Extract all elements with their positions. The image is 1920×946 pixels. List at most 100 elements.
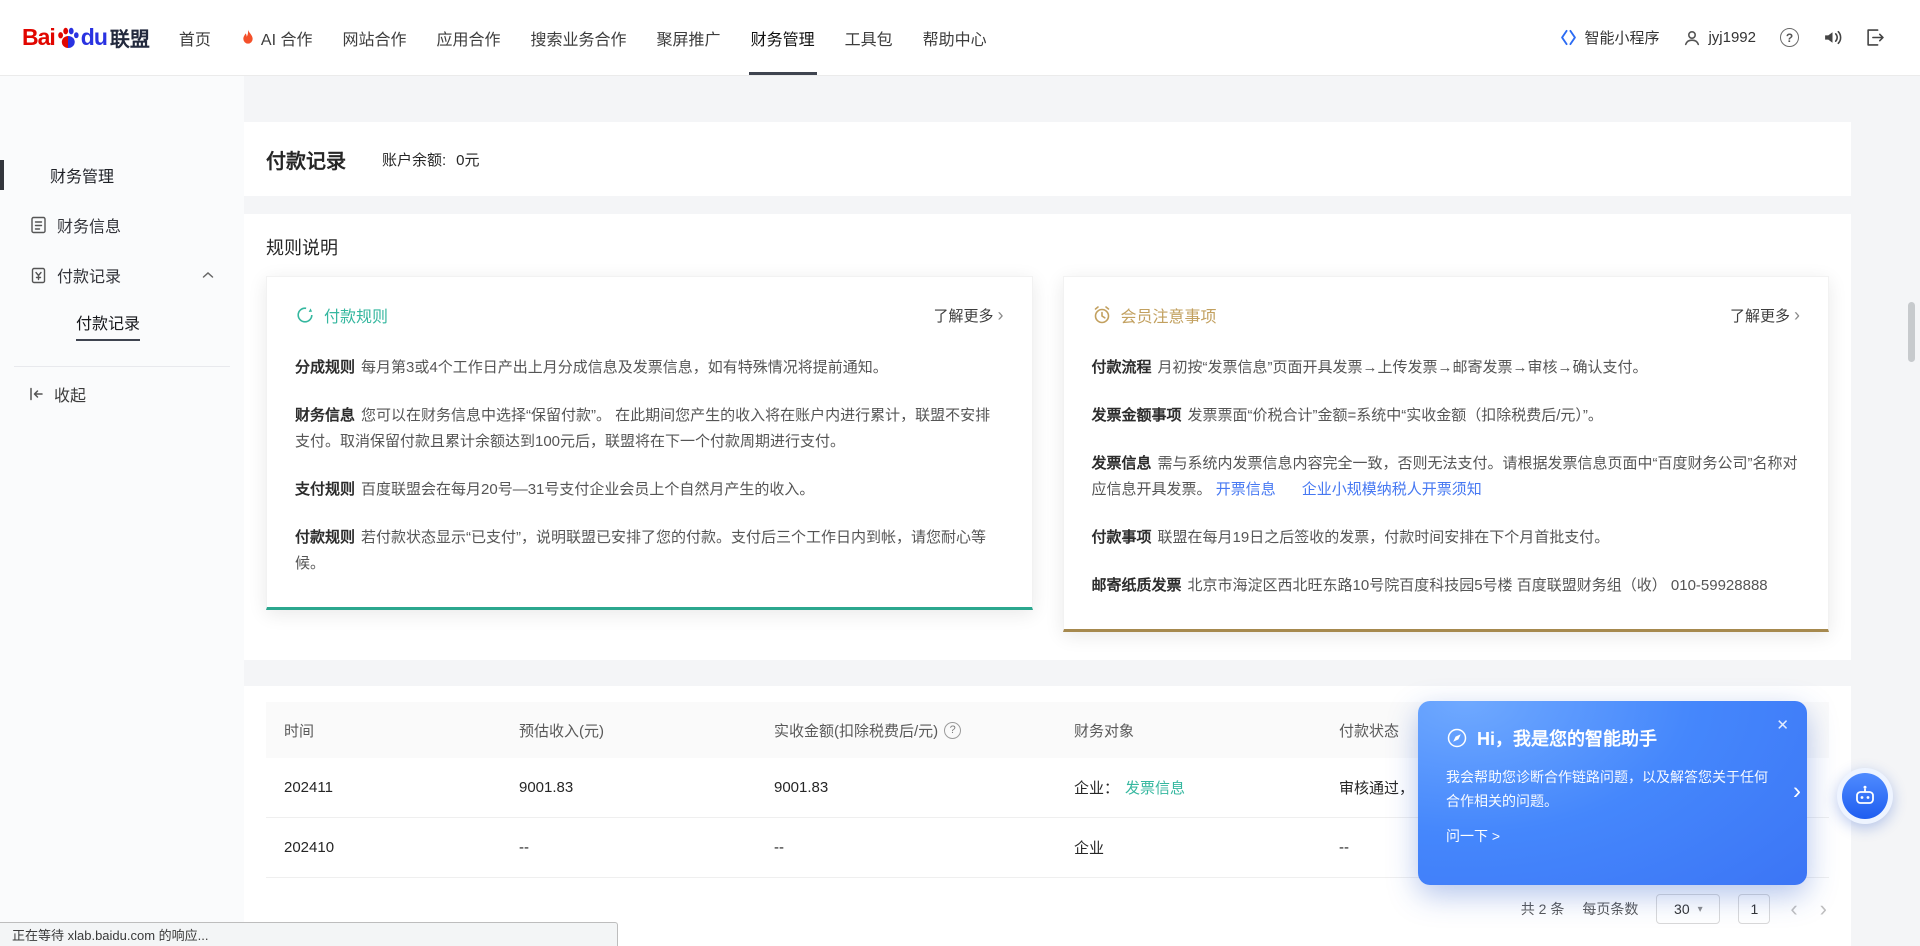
nav-item-home[interactable]: 首页	[164, 0, 226, 75]
help-glyph: ?	[1786, 31, 1793, 45]
smart-assistant-popup: Hi，我是您的智能助手 我会帮助您诊断合作链路问题，以及解答您关于任何合作相关的…	[1418, 701, 1807, 885]
nav-item-app-cooperation[interactable]: 应用合作	[422, 0, 516, 75]
ask-button[interactable]: 问一下 >	[1446, 826, 1500, 846]
member-notes-more-link[interactable]: 了解更多 ›	[1730, 305, 1800, 326]
small-taxpayer-invoice-guide-link[interactable]: 企业小规模纳税人开票须知	[1302, 481, 1482, 498]
sidebar-item-payment-records[interactable]: 付款记录	[0, 250, 244, 300]
cell-finance-entity: 企业： 发票信息	[1056, 777, 1321, 798]
status-text: 正在等待 xlab.baidu.com 的响应...	[12, 925, 209, 944]
assistant-next-icon[interactable]: ›	[1793, 778, 1801, 806]
rules-section-title: 规则说明	[266, 234, 1829, 260]
baidu-union-logo[interactable]: Bai du 联盟	[22, 23, 150, 52]
nav-label: 首页	[179, 26, 211, 50]
nav-right-tools: 智能小程序 jyj1992 ?	[1560, 27, 1884, 48]
next-page-button[interactable]: ›	[1818, 898, 1829, 920]
info-circle-icon[interactable]: ?	[944, 722, 961, 739]
miniprogram-icon	[1560, 29, 1577, 46]
sound-icon[interactable]	[1823, 29, 1842, 46]
cell-estimated-income: 9001.83	[501, 779, 756, 796]
rule-item: 付款规则若付款状态显示“已支付”，说明联盟已安排了您的付款。支付后三个工作日内到…	[295, 525, 1004, 577]
user-account[interactable]: jyj1992	[1683, 29, 1756, 47]
main-nav: 首页 AI 合作 网站合作 应用合作 搜索业务合作 聚屏推广 财务管理 工具包 …	[164, 0, 1002, 75]
close-icon[interactable]: ✕	[1776, 716, 1789, 734]
miniprogram-label: 智能小程序	[1584, 27, 1659, 48]
entity-text: 企业：	[1074, 780, 1119, 797]
column-header-finance-entity: 财务对象	[1056, 720, 1321, 741]
nav-label: 搜索业务合作	[531, 26, 627, 50]
sidebar-section-finance-management[interactable]: 财务管理	[0, 150, 244, 200]
top-nav: Bai du 联盟 首页	[0, 0, 1920, 76]
cell-time: 202410	[266, 839, 501, 856]
document-icon	[28, 216, 48, 234]
nav-item-finance-management[interactable]: 财务管理	[736, 0, 830, 75]
nav-label: 聚屏推广	[657, 26, 721, 50]
rule-item: 付款事项联盟在每月19日之后签收的发票，付款时间安排在下个月首批支付。	[1092, 525, 1801, 551]
more-label: 了解更多	[933, 305, 993, 326]
cell-finance-entity: 企业	[1056, 837, 1321, 858]
payment-rules-more-link[interactable]: 了解更多 ›	[933, 305, 1003, 326]
assistant-title: Hi，我是您的智能助手	[1446, 725, 1779, 751]
sidebar-collapse-button[interactable]: 收起	[0, 367, 244, 421]
logout-icon[interactable]	[1866, 29, 1884, 46]
invoice-info-link[interactable]: 发票信息	[1125, 780, 1185, 797]
logo-text-union: 联盟	[110, 23, 150, 52]
assistant-launcher-button[interactable]	[1837, 768, 1893, 824]
balance-value: 0元	[456, 149, 479, 170]
rules-section: 规则说明 付款规则 了解更多 ›	[244, 214, 1851, 660]
collapse-label: 收起	[54, 382, 86, 406]
flame-icon	[241, 29, 255, 46]
nav-label: AI 合作	[261, 26, 313, 50]
payment-rules-title: 付款规则	[324, 303, 388, 327]
nav-item-website-cooperation[interactable]: 网站合作	[328, 0, 422, 75]
rule-item: 发票金额事项发票票面“价税合计”金额=系统中“实收金额（扣除税费后/元）”。	[1092, 403, 1801, 429]
invoice-info-link[interactable]: 开票信息	[1216, 481, 1276, 498]
cell-estimated-income: --	[501, 839, 756, 856]
sidebar: 财务管理 财务信息 付款记录 付款记录 收起	[0, 76, 244, 946]
page-size-select[interactable]: 30 ▾	[1656, 894, 1720, 924]
page-number-button[interactable]: 1	[1738, 894, 1770, 924]
logo-text-bai: Bai	[22, 24, 55, 51]
cell-time: 202411	[266, 779, 501, 796]
sidebar-section-label: 财务管理	[50, 163, 114, 187]
rule-item: 发票信息需与系统内发票信息内容完全一致，否则无法支付。请根据发票信息页面中“百度…	[1092, 451, 1801, 503]
browser-status-bar: 正在等待 xlab.baidu.com 的响应...	[0, 922, 618, 946]
sidebar-subitem-label: 付款记录	[76, 310, 140, 341]
cell-received-amount: 9001.83	[756, 779, 1056, 796]
smart-miniprogram-link[interactable]: 智能小程序	[1560, 27, 1659, 48]
rule-item: 支付规则百度联盟会在每月20号—31号支付企业会员上个自然月产生的收入。	[295, 477, 1004, 503]
column-header-time: 时间	[266, 720, 501, 741]
account-balance: 账户余额: 0元	[382, 149, 480, 170]
page-size-label: 每页条数	[1582, 899, 1638, 919]
member-notes-card: 会员注意事项 了解更多 › 付款流程月初按“发票信息”页面开具发票→上传发票→邮…	[1063, 276, 1830, 632]
nav-item-toolkit[interactable]: 工具包	[830, 0, 908, 75]
assistant-title-text: Hi，我是您的智能助手	[1477, 725, 1657, 751]
sidebar-item-finance-info[interactable]: 财务信息	[0, 200, 244, 250]
sidebar-item-label: 付款记录	[57, 263, 121, 287]
refresh-circle-icon	[295, 305, 315, 325]
total-count: 共 2 条	[1521, 899, 1565, 919]
prev-page-button[interactable]: ‹	[1788, 898, 1799, 920]
logo-text-du: du	[81, 24, 107, 51]
page-size-value: 30	[1674, 901, 1690, 917]
nav-label: 财务管理	[751, 26, 815, 50]
rule-item: 分成规则每月第3或4个工作日产出上月分成信息及发票信息，如有特殊情况将提前通知。	[295, 355, 1004, 381]
rule-item: 邮寄纸质发票北京市海淀区西北旺东路10号院百度科技园5号楼 百度联盟财务组（收）…	[1092, 573, 1801, 599]
sidebar-item-label: 财务信息	[57, 213, 121, 237]
help-icon[interactable]: ?	[1780, 28, 1799, 47]
robot-icon	[1842, 773, 1888, 819]
nav-label: 网站合作	[343, 26, 407, 50]
nav-item-help-center[interactable]: 帮助中心	[908, 0, 1002, 75]
nav-item-screen-promotion[interactable]: 聚屏推广	[642, 0, 736, 75]
vertical-scrollbar[interactable]	[1908, 302, 1915, 362]
entity-text: 企业	[1074, 840, 1104, 857]
chevron-right-icon: ›	[1794, 306, 1800, 324]
chevron-right-icon: ›	[998, 306, 1004, 324]
chevron-up-icon[interactable]	[202, 271, 214, 279]
sidebar-subitem-payment-records[interactable]: 付款记录	[0, 300, 244, 350]
rule-item: 财务信息您可以在财务信息中选择“保留付款”。 在此期间您产生的收入将在账户内进行…	[295, 403, 1004, 455]
chevron-down-icon: ▾	[1698, 904, 1703, 915]
nav-label: 应用合作	[437, 26, 501, 50]
nav-item-ai-cooperation[interactable]: AI 合作	[226, 0, 328, 75]
nav-item-search-business[interactable]: 搜索业务合作	[516, 0, 642, 75]
assistant-message: 我会帮助您诊断合作链路问题，以及解答您关于任何合作相关的问题。	[1446, 765, 1779, 813]
